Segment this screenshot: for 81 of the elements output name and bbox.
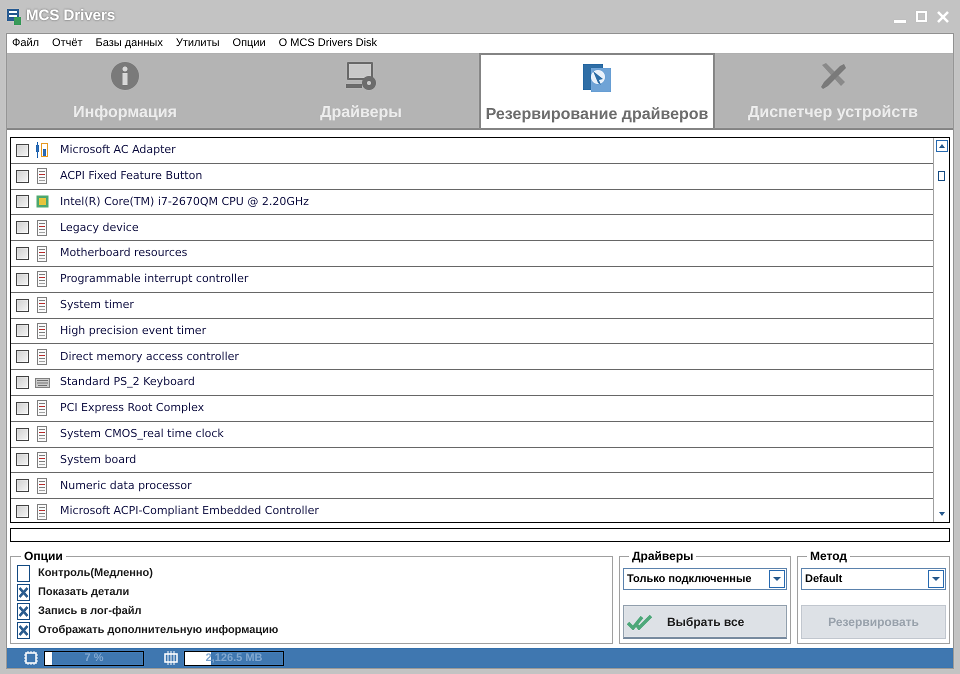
group-title: Метод: [809, 548, 848, 565]
menu-item[interactable]: Утилиты: [176, 35, 220, 52]
system-device-icon: [37, 478, 47, 494]
device-name[interactable]: Numeric data processor: [60, 478, 192, 494]
window-title: MCS Drivers: [26, 6, 116, 26]
checkbox[interactable]: [17, 584, 30, 601]
keyboard-icon: [34, 378, 50, 388]
system-device-icon: [37, 348, 47, 365]
device-name[interactable]: Legacy device: [60, 220, 139, 236]
cpu-icon: [36, 195, 48, 208]
scrollbar[interactable]: [933, 138, 949, 522]
monitor-disc-icon: [345, 61, 377, 91]
dropdown-caret-icon: [769, 570, 785, 588]
checkbox[interactable]: [17, 565, 30, 582]
device-name[interactable]: Microsoft AC Adapter: [60, 142, 176, 159]
checkbox[interactable]: [16, 505, 29, 518]
system-device-icon: [37, 271, 47, 288]
checkbox[interactable]: [16, 402, 29, 415]
menu-item[interactable]: Опции: [232, 35, 266, 52]
menu-item[interactable]: О MCS Drivers Disk: [278, 35, 378, 52]
device-name[interactable]: System timer: [60, 296, 134, 314]
tab[interactable]: Резервирование драйверов: [479, 53, 715, 128]
menu-item[interactable]: Файл: [12, 35, 40, 52]
text-field[interactable]: [10, 528, 950, 542]
backup-drive-icon: [582, 63, 612, 93]
cpu-icon: [24, 651, 38, 665]
checkbox[interactable]: [16, 221, 29, 234]
device-name[interactable]: PCI Express Root Complex: [60, 400, 204, 417]
scroll-up-icon[interactable]: [936, 140, 948, 152]
device-name[interactable]: System board: [60, 452, 136, 468]
device-name[interactable]: ACPI Fixed Feature Button: [60, 168, 202, 184]
double-check-icon: [627, 614, 653, 630]
select-all-button[interactable]: Выбрать все: [623, 605, 787, 639]
app-icon: [7, 8, 21, 24]
option-label[interactable]: Показать детали: [38, 584, 130, 601]
checkbox[interactable]: [17, 622, 30, 639]
cpu-meter: 7 %: [44, 650, 144, 666]
checkbox[interactable]: [17, 603, 30, 620]
system-device-icon: [37, 220, 47, 236]
checkbox[interactable]: [16, 428, 29, 441]
checkbox[interactable]: [16, 298, 29, 312]
device-name[interactable]: System CMOS_real time clock: [60, 426, 224, 442]
device-name[interactable]: Programmable interrupt controller: [60, 271, 248, 288]
system-device-icon: [37, 168, 47, 184]
checkbox[interactable]: [16, 453, 29, 466]
device-name[interactable]: Standard PS_2 Keyboard: [60, 374, 195, 391]
device-name[interactable]: Microsoft ACPI-Compliant Embedded Controller: [60, 503, 319, 520]
device-name[interactable]: Motherboard resources: [60, 245, 188, 262]
group-title: Драйверы: [631, 548, 694, 565]
checkbox[interactable]: [16, 272, 29, 286]
method-dropdown[interactable]: Default: [801, 568, 946, 590]
device-name[interactable]: Direct memory access controller: [60, 348, 239, 366]
system-device-icon: [37, 297, 47, 314]
menu-item[interactable]: Базы данных: [96, 35, 163, 52]
menu-item[interactable]: Отчёт: [52, 35, 83, 52]
checkbox[interactable]: [16, 324, 29, 338]
checkbox[interactable]: [16, 170, 29, 183]
system-device-icon: [37, 426, 47, 442]
info-icon: [110, 61, 140, 91]
checkbox[interactable]: [16, 350, 29, 364]
checkbox[interactable]: [16, 479, 29, 492]
memory-icon: [164, 651, 178, 665]
system-device-icon: [37, 400, 47, 416]
power-adapter-icon: [35, 142, 49, 158]
option-label[interactable]: Отображать дополнительную информацию: [38, 622, 278, 639]
system-device-icon: [37, 504, 47, 520]
scroll-thumb[interactable]: [938, 171, 945, 181]
system-device-icon: [37, 322, 47, 339]
drivers-dropdown[interactable]: Только подключенные: [623, 568, 787, 590]
device-name[interactable]: High precision event timer: [60, 322, 206, 340]
checkbox[interactable]: [16, 247, 29, 260]
option-label[interactable]: Контроль(Медленно): [38, 565, 153, 582]
group-title: Опции: [23, 548, 64, 565]
checkbox[interactable]: [16, 144, 29, 157]
system-device-icon: [37, 246, 47, 262]
checkbox[interactable]: [16, 376, 29, 390]
system-device-icon: [37, 452, 47, 468]
checkbox[interactable]: [16, 195, 29, 208]
device-name[interactable]: Intel(R) Core(TM) i7-2670QM CPU @ 2.20GHz: [60, 194, 309, 210]
option-label[interactable]: Запись в лог-файл: [38, 603, 142, 620]
dropdown-caret-icon: [928, 570, 944, 588]
